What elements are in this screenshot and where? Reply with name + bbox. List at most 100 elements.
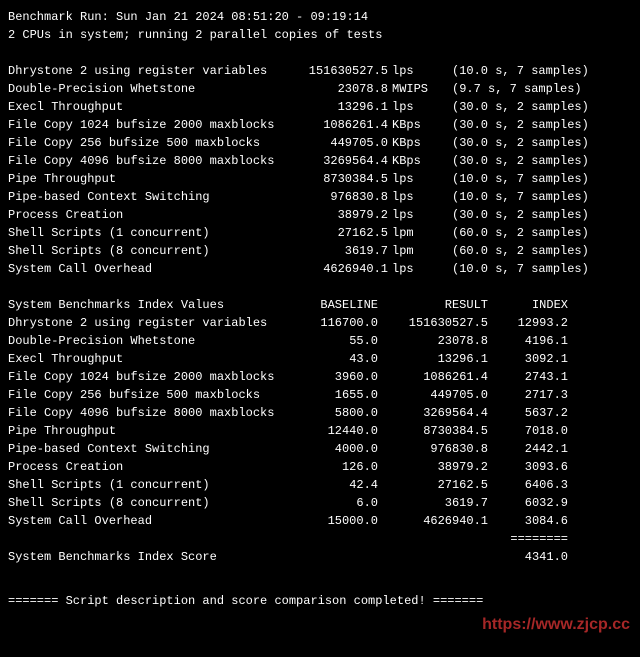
test-unit: lps bbox=[388, 260, 438, 278]
index-name: Execl Throughput bbox=[8, 350, 298, 368]
test-name: File Copy 256 bufsize 500 maxblocks bbox=[8, 134, 298, 152]
index-baseline: 42.4 bbox=[298, 476, 378, 494]
test-value: 976830.8 bbox=[298, 188, 388, 206]
test-row: Shell Scripts (8 concurrent)3619.7lpm(60… bbox=[8, 242, 632, 260]
index-header-result: RESULT bbox=[378, 296, 488, 314]
index-name: File Copy 1024 bufsize 2000 maxblocks bbox=[8, 368, 298, 386]
index-index: 6032.9 bbox=[488, 494, 568, 512]
test-time: (10.0 s, 7 samples) bbox=[438, 260, 589, 278]
index-row: Double-Precision Whetstone55.023078.8419… bbox=[8, 332, 632, 350]
test-name: Pipe-based Context Switching bbox=[8, 188, 298, 206]
index-name: Shell Scripts (8 concurrent) bbox=[8, 494, 298, 512]
index-result: 27162.5 bbox=[378, 476, 488, 494]
index-result: 449705.0 bbox=[378, 386, 488, 404]
index-header-label: System Benchmarks Index Values bbox=[8, 296, 298, 314]
test-row: Process Creation38979.2lps(30.0 s, 2 sam… bbox=[8, 206, 632, 224]
index-table: Dhrystone 2 using register variables1167… bbox=[8, 314, 632, 530]
test-row: File Copy 256 bufsize 500 maxblocks44970… bbox=[8, 134, 632, 152]
completion-line: ======= Script description and score com… bbox=[8, 592, 632, 610]
index-result: 151630527.5 bbox=[378, 314, 488, 332]
index-index: 5637.2 bbox=[488, 404, 568, 422]
index-name: Process Creation bbox=[8, 458, 298, 476]
test-value: 23078.8 bbox=[298, 80, 388, 98]
test-name: Pipe Throughput bbox=[8, 170, 298, 188]
test-row: Pipe-based Context Switching976830.8lps(… bbox=[8, 188, 632, 206]
index-name: Dhrystone 2 using register variables bbox=[8, 314, 298, 332]
test-row: Double-Precision Whetstone23078.8MWIPS(9… bbox=[8, 80, 632, 98]
test-row: System Call Overhead4626940.1lps(10.0 s,… bbox=[8, 260, 632, 278]
index-header-row: System Benchmarks Index Values BASELINE … bbox=[8, 296, 632, 314]
index-result: 976830.8 bbox=[378, 440, 488, 458]
index-name: File Copy 4096 bufsize 8000 maxblocks bbox=[8, 404, 298, 422]
index-name: System Call Overhead bbox=[8, 512, 298, 530]
test-time: (30.0 s, 2 samples) bbox=[438, 116, 589, 134]
test-row: Pipe Throughput8730384.5lps(10.0 s, 7 sa… bbox=[8, 170, 632, 188]
test-row: File Copy 4096 bufsize 8000 maxblocks326… bbox=[8, 152, 632, 170]
index-result: 4626940.1 bbox=[378, 512, 488, 530]
test-name: Shell Scripts (8 concurrent) bbox=[8, 242, 298, 260]
index-header-index: INDEX bbox=[488, 296, 568, 314]
test-value: 27162.5 bbox=[298, 224, 388, 242]
test-value: 8730384.5 bbox=[298, 170, 388, 188]
test-time: (60.0 s, 2 samples) bbox=[438, 242, 589, 260]
test-name: Process Creation bbox=[8, 206, 298, 224]
test-name: Double-Precision Whetstone bbox=[8, 80, 298, 98]
blank-line bbox=[8, 44, 632, 62]
test-unit: KBps bbox=[388, 152, 438, 170]
index-row: Execl Throughput43.013296.13092.1 bbox=[8, 350, 632, 368]
index-baseline: 1655.0 bbox=[298, 386, 378, 404]
index-name: File Copy 256 bufsize 500 maxblocks bbox=[8, 386, 298, 404]
test-time: (10.0 s, 7 samples) bbox=[438, 62, 589, 80]
test-value: 449705.0 bbox=[298, 134, 388, 152]
test-value: 3619.7 bbox=[298, 242, 388, 260]
index-index: 3084.6 bbox=[488, 512, 568, 530]
index-baseline: 6.0 bbox=[298, 494, 378, 512]
test-value: 1086261.4 bbox=[298, 116, 388, 134]
test-row: Execl Throughput13296.1lps(30.0 s, 2 sam… bbox=[8, 98, 632, 116]
index-result: 13296.1 bbox=[378, 350, 488, 368]
test-time: (10.0 s, 7 samples) bbox=[438, 188, 589, 206]
index-result: 3619.7 bbox=[378, 494, 488, 512]
index-baseline: 55.0 bbox=[298, 332, 378, 350]
score-label: System Benchmarks Index Score bbox=[8, 548, 298, 566]
test-name: File Copy 4096 bufsize 8000 maxblocks bbox=[8, 152, 298, 170]
index-header-baseline: BASELINE bbox=[298, 296, 378, 314]
test-value: 13296.1 bbox=[298, 98, 388, 116]
index-result: 23078.8 bbox=[378, 332, 488, 350]
index-baseline: 116700.0 bbox=[298, 314, 378, 332]
index-row: File Copy 1024 bufsize 2000 maxblocks396… bbox=[8, 368, 632, 386]
index-baseline: 15000.0 bbox=[298, 512, 378, 530]
cpus-line: 2 CPUs in system; running 2 parallel cop… bbox=[8, 26, 632, 44]
test-unit: lps bbox=[388, 62, 438, 80]
test-name: Dhrystone 2 using register variables bbox=[8, 62, 298, 80]
index-row: Shell Scripts (1 concurrent)42.427162.56… bbox=[8, 476, 632, 494]
index-name: Pipe Throughput bbox=[8, 422, 298, 440]
index-name: Shell Scripts (1 concurrent) bbox=[8, 476, 298, 494]
test-name: System Call Overhead bbox=[8, 260, 298, 278]
index-index: 7018.0 bbox=[488, 422, 568, 440]
index-index: 2743.1 bbox=[488, 368, 568, 386]
index-row: Shell Scripts (8 concurrent)6.03619.7603… bbox=[8, 494, 632, 512]
index-baseline: 12440.0 bbox=[298, 422, 378, 440]
index-row: Dhrystone 2 using register variables1167… bbox=[8, 314, 632, 332]
test-unit: lps bbox=[388, 170, 438, 188]
index-index: 3093.6 bbox=[488, 458, 568, 476]
test-row: Dhrystone 2 using register variables1516… bbox=[8, 62, 632, 80]
test-unit: KBps bbox=[388, 134, 438, 152]
index-row: Process Creation126.038979.23093.6 bbox=[8, 458, 632, 476]
test-unit: lpm bbox=[388, 224, 438, 242]
test-time: (30.0 s, 2 samples) bbox=[438, 134, 589, 152]
index-baseline: 3960.0 bbox=[298, 368, 378, 386]
index-name: Pipe-based Context Switching bbox=[8, 440, 298, 458]
test-unit: lps bbox=[388, 188, 438, 206]
test-unit: lps bbox=[388, 98, 438, 116]
test-time: (10.0 s, 7 samples) bbox=[438, 170, 589, 188]
index-index: 6406.3 bbox=[488, 476, 568, 494]
index-baseline: 126.0 bbox=[298, 458, 378, 476]
index-result: 38979.2 bbox=[378, 458, 488, 476]
watermark-text: https://www.zjcp.cc bbox=[482, 613, 630, 637]
index-index: 2717.3 bbox=[488, 386, 568, 404]
separator-text: ======== bbox=[488, 530, 568, 548]
index-result: 1086261.4 bbox=[378, 368, 488, 386]
test-unit: KBps bbox=[388, 116, 438, 134]
